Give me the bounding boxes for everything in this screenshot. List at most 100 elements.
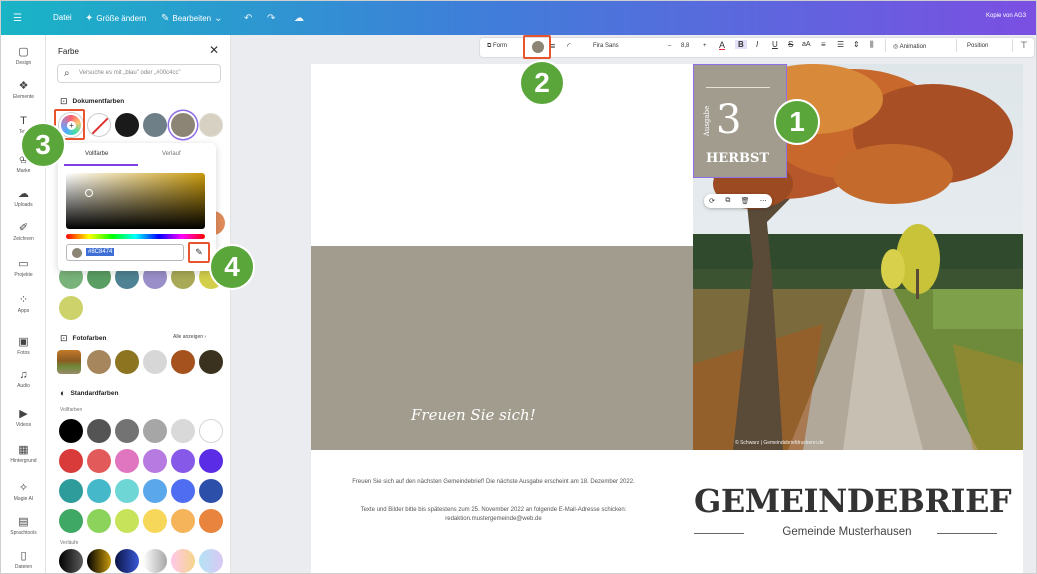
rail-item-design[interactable]: ▢ Design [1, 45, 46, 66]
animation-button[interactable]: ◎ Animation [893, 43, 926, 50]
hamburger-icon[interactable]: ☰ [13, 13, 22, 24]
color-search-input[interactable]: ⌕ Versuche es mit „blau" oder „#00c4cc" [57, 64, 221, 83]
color-swatch[interactable] [171, 549, 195, 573]
color-swatch[interactable] [171, 113, 195, 137]
rail-item-draw[interactable]: ✐ Zeichnen [1, 221, 46, 242]
align-icon[interactable]: ≡ [821, 40, 826, 49]
color-swatch[interactable] [59, 419, 83, 443]
rail-item-elements[interactable]: ❖ Elemente [1, 79, 46, 100]
photo-thumbnail[interactable] [57, 350, 81, 374]
rail-item-photos[interactable]: ▣ Fotos [1, 335, 46, 356]
color-swatch[interactable] [143, 549, 167, 573]
hex-input[interactable]: #8C8474 [66, 244, 184, 261]
color-swatch[interactable] [199, 419, 223, 443]
script-text[interactable]: Freuen Sie sich! [411, 406, 536, 424]
saturation-area[interactable] [66, 173, 205, 229]
color-swatch[interactable] [171, 449, 195, 473]
newsletter-title[interactable]: GEMEINDEBRIEF [694, 482, 1012, 520]
underline-icon[interactable]: U [772, 40, 778, 49]
color-swatch[interactable] [143, 350, 167, 374]
redo-button[interactable]: ↷ [267, 13, 275, 24]
letter-case-icon[interactable]: aA [802, 41, 811, 48]
rail-item-apps[interactable]: ⁘ Apps [1, 293, 46, 314]
shape-button[interactable]: ⧉ Form [487, 43, 507, 50]
info-text-next-issue[interactable]: Freuen Sie sich auf den nächsten Gemeind… [341, 478, 646, 487]
file-menu[interactable]: Datei [53, 13, 72, 22]
rail-item-projects[interactable]: ▭ Projekte [1, 257, 46, 278]
saturation-handle[interactable] [85, 189, 93, 197]
rail-item-audio[interactable]: ♫ Audio [1, 369, 46, 389]
color-swatch[interactable] [115, 509, 139, 533]
bold-icon[interactable]: B [735, 40, 747, 49]
rail-item-background[interactable]: ▦ Hintergrund [1, 443, 46, 464]
rail-item-language[interactable]: ▤ Sprachtools [1, 515, 46, 536]
color-swatch[interactable] [143, 419, 167, 443]
color-swatch[interactable] [199, 479, 223, 503]
color-swatch[interactable] [171, 350, 195, 374]
position-button[interactable]: Position [967, 43, 988, 49]
color-swatch[interactable] [59, 296, 83, 320]
color-swatch[interactable] [199, 350, 223, 374]
font-size-decrease[interactable]: – [668, 43, 671, 49]
rail-item-magic[interactable]: ✧ Magie AI [1, 481, 46, 502]
color-swatch[interactable] [143, 113, 167, 137]
italic-icon[interactable]: I [756, 40, 758, 49]
color-swatch[interactable] [59, 549, 83, 573]
color-swatch[interactable] [199, 509, 223, 533]
font-size-input[interactable]: 8,8 [681, 43, 689, 49]
undo-button[interactable]: ↶ [244, 13, 252, 24]
corner-radius-icon[interactable]: ◜ [567, 41, 571, 52]
tab-gradient[interactable]: Verlauf [162, 151, 181, 157]
spacing-icon[interactable]: ⇕ [853, 40, 860, 49]
color-swatch[interactable] [87, 419, 111, 443]
color-swatch[interactable] [115, 549, 139, 573]
text-color-icon[interactable]: A [719, 40, 725, 50]
rail-item-uploads[interactable]: ☁ Uploads [1, 187, 46, 208]
duplicate-icon[interactable]: ⧉ [725, 197, 730, 205]
color-swatch[interactable] [171, 509, 195, 533]
document-title[interactable]: Kopie von AG3 [986, 13, 1026, 19]
tab-solid[interactable]: Vollfarbe [85, 151, 108, 157]
color-swatch[interactable] [115, 419, 139, 443]
eyedropper-button[interactable]: ✎ [188, 242, 210, 263]
color-swatch[interactable] [143, 449, 167, 473]
list-icon[interactable]: ☰ [837, 40, 844, 49]
color-swatch[interactable] [199, 549, 223, 573]
rotate-icon[interactable]: ⟳ [709, 197, 715, 205]
color-swatch[interactable] [59, 449, 83, 473]
trash-icon[interactable]: 🗑 [741, 197, 750, 205]
no-color-swatch[interactable] [87, 113, 111, 137]
color-swatch[interactable] [87, 350, 111, 374]
info-text-submission[interactable]: Texte und Bilder bitte bis spätestens zu… [341, 506, 646, 524]
color-swatch[interactable] [199, 449, 223, 473]
close-icon[interactable]: ✕ [209, 43, 219, 57]
rail-item-files[interactable]: ▯ Dateien [1, 549, 46, 570]
show-all-link[interactable]: Alle anzeigen › [173, 334, 206, 340]
strikethrough-icon[interactable]: S [788, 40, 793, 49]
color-swatch[interactable] [87, 449, 111, 473]
color-swatch[interactable] [143, 509, 167, 533]
vertical-text-icon[interactable]: ⫼ [870, 40, 874, 50]
rail-item-videos[interactable]: ▶ Videos [1, 407, 46, 428]
resize-button[interactable]: ✦ Größe ändern [85, 13, 146, 24]
color-swatch[interactable] [199, 113, 223, 137]
color-swatch[interactable] [59, 509, 83, 533]
color-swatch[interactable] [115, 350, 139, 374]
color-swatch[interactable] [87, 509, 111, 533]
newsletter-subtitle[interactable]: Gemeinde Musterhausen [694, 526, 1000, 538]
paint-format-icon[interactable]: ⊤ [1020, 40, 1028, 51]
more-icon[interactable]: ⋯ [760, 197, 767, 205]
color-swatch[interactable] [115, 113, 139, 137]
font-size-increase[interactable]: + [703, 43, 707, 49]
color-swatch[interactable] [171, 419, 195, 443]
color-swatch[interactable] [143, 479, 167, 503]
color-swatch[interactable] [59, 479, 83, 503]
color-swatch[interactable] [115, 449, 139, 473]
color-swatch[interactable] [115, 479, 139, 503]
cloud-sync-button[interactable]: ☁ [294, 13, 304, 24]
color-swatch[interactable] [87, 479, 111, 503]
edit-menu[interactable]: ✎ Bearbeiten ⌄ [161, 13, 222, 24]
color-swatch[interactable] [87, 549, 111, 573]
issue-badge[interactable]: Ausgabe 3 HERBST [693, 64, 787, 178]
hue-slider[interactable] [66, 234, 205, 239]
